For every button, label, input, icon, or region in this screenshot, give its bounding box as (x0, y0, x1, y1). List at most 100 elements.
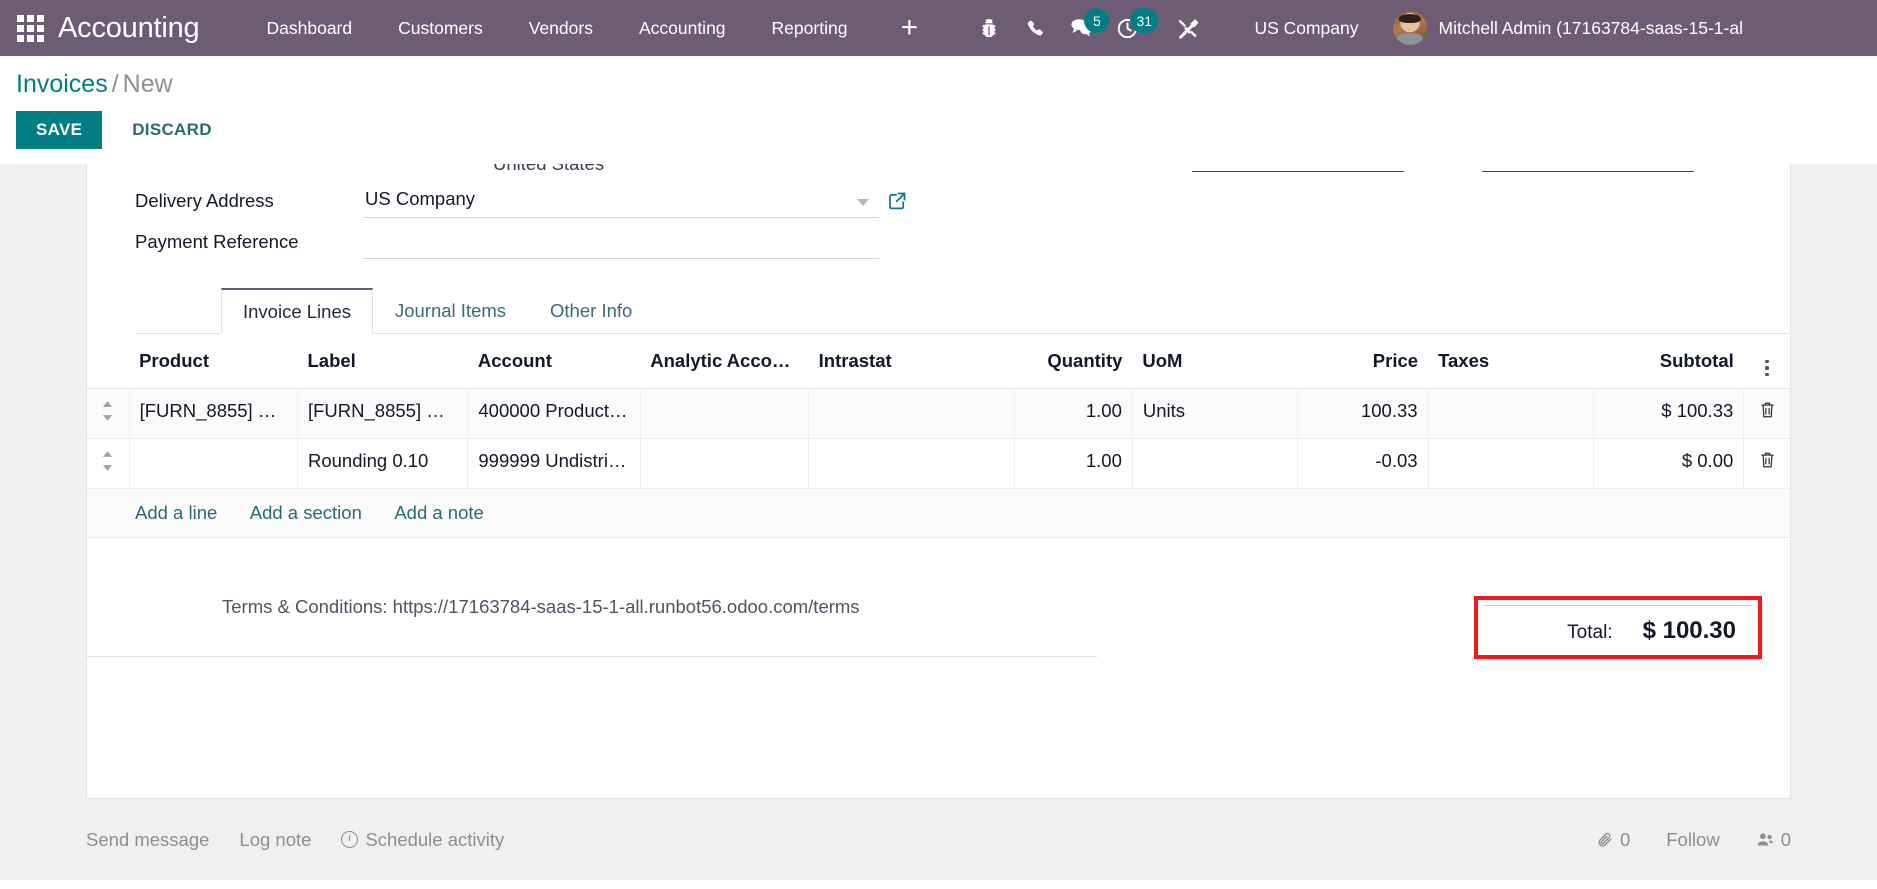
cell-uom[interactable] (1132, 438, 1299, 489)
attachment-count-button[interactable]: 0 (1596, 829, 1630, 851)
external-link-icon[interactable] (887, 190, 908, 216)
cell-analytic[interactable] (640, 438, 810, 489)
th-intrastat[interactable]: Intrastat (808, 334, 1015, 389)
th-account[interactable]: Account (467, 334, 641, 389)
form-header-fields: United States Delivery Address US Compan… (87, 164, 1790, 266)
th-price[interactable]: Price (1297, 334, 1429, 389)
payment-reference-label: Payment Reference (135, 231, 299, 252)
cell-label[interactable]: Rounding 0.10 (297, 438, 469, 489)
send-message-button[interactable]: Send message (86, 829, 209, 851)
tab-invoice-lines[interactable]: Invoice Lines (221, 288, 373, 334)
phone-icon[interactable] (1012, 0, 1058, 56)
total-highlight-box: Total: $ 100.30 (1474, 596, 1762, 659)
cell-taxes[interactable] (1428, 438, 1594, 489)
activities-badge: 31 (1130, 8, 1159, 33)
menu-item-dashboard[interactable]: Dashboard (244, 0, 376, 56)
trash-icon[interactable] (1759, 401, 1776, 424)
app-brand-title[interactable]: Accounting (58, 12, 200, 45)
cell-subtotal: $ 0.00 (1593, 438, 1745, 489)
clock-icon (341, 831, 359, 848)
company-switcher[interactable]: US Company (1232, 18, 1380, 39)
invoice-lines-header: Product Label Account Analytic Acco… Int… (87, 334, 1790, 389)
row-drag-handle[interactable] (87, 438, 130, 489)
th-analytic-account[interactable]: Analytic Acco… (640, 334, 809, 389)
menu-item-accounting[interactable]: Accounting (616, 0, 749, 56)
user-name-label: Mitchell Admin (17163784-saas-15-1-al (1438, 17, 1743, 38)
log-note-button[interactable]: Log note (239, 829, 311, 851)
cell-price[interactable]: -0.03 (1297, 438, 1429, 489)
notebook-tabs: Invoice Lines Journal Items Other Info (135, 288, 1790, 334)
cell-intrastat[interactable] (808, 438, 1015, 489)
cell-label[interactable]: [FURN_8855] Drawer (297, 388, 469, 439)
user-menu[interactable]: Mitchell Admin (17163784-saas-15-1-al (1392, 11, 1743, 45)
partner-country-text: United States (493, 164, 604, 175)
add-a-line-link[interactable]: Add a line (135, 502, 217, 523)
invoice-form-sheet: United States Delivery Address US Compan… (86, 164, 1791, 799)
th-uom[interactable]: UoM (1132, 334, 1298, 389)
table-row[interactable]: Rounding 0.10 999999 Undistri… 1.00 -0.0… (87, 438, 1790, 489)
follow-button[interactable]: Follow (1666, 829, 1719, 851)
invoice-lines-table-wrapper: Product Label Account Analytic Acco… Int… (87, 334, 1790, 538)
cell-product[interactable]: [FURN_8855] Dr… (129, 388, 298, 439)
bug-icon[interactable] (966, 0, 1012, 56)
field-payment-reference: Payment Reference (135, 225, 1790, 266)
followers-count-button[interactable]: 0 (1756, 829, 1791, 851)
chatter-bar: Send message Log note Schedule activity … (0, 799, 1877, 880)
tab-other-info[interactable]: Other Info (528, 288, 654, 334)
add-a-section-link[interactable]: Add a section (250, 502, 362, 523)
activities-clock-icon[interactable]: 31 (1104, 0, 1159, 56)
drag-handle-icon[interactable] (101, 400, 114, 427)
add-a-note-link[interactable]: Add a note (394, 502, 484, 523)
delivery-address-input[interactable]: US Company (363, 184, 879, 218)
cell-quantity[interactable]: 1.00 (1014, 438, 1133, 489)
menu-item-reporting[interactable]: Reporting (749, 0, 871, 56)
schedule-activity-button[interactable]: Schedule activity (341, 829, 504, 851)
drag-handle-icon[interactable] (101, 450, 114, 477)
menu-item-vendors[interactable]: Vendors (506, 0, 616, 56)
cell-taxes[interactable] (1428, 388, 1594, 439)
th-subtotal[interactable]: Subtotal (1593, 334, 1744, 389)
cell-price[interactable]: 100.33 (1297, 388, 1429, 439)
row-drag-handle[interactable] (87, 388, 130, 439)
table-row[interactable]: [FURN_8855] Dr… [FURN_8855] Drawer 40000… (87, 388, 1790, 439)
form-action-buttons: SAVE DISCARD (16, 111, 1877, 163)
top-navbar: Accounting Dashboard Customers Vendors A… (0, 0, 1877, 56)
cell-delete[interactable] (1743, 388, 1790, 439)
breadcrumb-invoices[interactable]: Invoices (16, 70, 108, 98)
quick-create-plus-icon[interactable]: + (886, 0, 932, 56)
cell-product[interactable] (129, 438, 298, 489)
vertical-dots-icon[interactable] (1765, 359, 1769, 376)
discard-button[interactable]: DISCARD (112, 111, 232, 149)
field-delivery-address: Delivery Address US Company (135, 184, 1790, 225)
cell-intrastat[interactable] (808, 388, 1015, 439)
cell-subtotal: $ 100.33 (1593, 388, 1745, 439)
th-quantity[interactable]: Quantity (1014, 334, 1133, 389)
messages-icon[interactable]: 5 (1058, 0, 1110, 56)
breadcrumb-separator: / (111, 70, 119, 98)
tools-icon[interactable] (1164, 0, 1210, 56)
trash-icon[interactable] (1759, 451, 1776, 474)
total-row: Total: $ 100.30 (1484, 605, 1752, 645)
table-header-row: Product Label Account Analytic Acco… Int… (87, 334, 1790, 389)
tab-journal-items[interactable]: Journal Items (373, 288, 528, 334)
cell-quantity[interactable]: 1.00 (1014, 388, 1133, 439)
menu-item-customers[interactable]: Customers (375, 0, 506, 56)
th-options (1743, 334, 1790, 389)
cell-delete[interactable] (1743, 438, 1790, 489)
navbar-systray: + 5 31 US Company Mitchell Admin (171637… (870, 0, 1877, 56)
apps-grid-icon[interactable] (8, 6, 52, 50)
cell-uom[interactable]: Units (1132, 388, 1299, 439)
delivery-address-label: Delivery Address (135, 190, 274, 211)
save-button[interactable]: SAVE (16, 111, 103, 149)
cell-analytic[interactable] (640, 388, 810, 439)
breadcrumb: Invoices / New (16, 70, 1877, 99)
cell-account[interactable]: 400000 Product… (467, 388, 641, 439)
th-product[interactable]: Product (129, 334, 298, 389)
th-taxes[interactable]: Taxes (1428, 334, 1594, 389)
th-label[interactable]: Label (297, 334, 468, 389)
plus-glyph: + (900, 11, 919, 44)
add-line-links: Add a line Add a section Add a note (87, 489, 1790, 538)
payment-reference-input[interactable] (363, 225, 879, 259)
control-panel: Invoices / New SAVE DISCARD (0, 56, 1877, 164)
cell-account[interactable]: 999999 Undistri… (467, 438, 641, 489)
